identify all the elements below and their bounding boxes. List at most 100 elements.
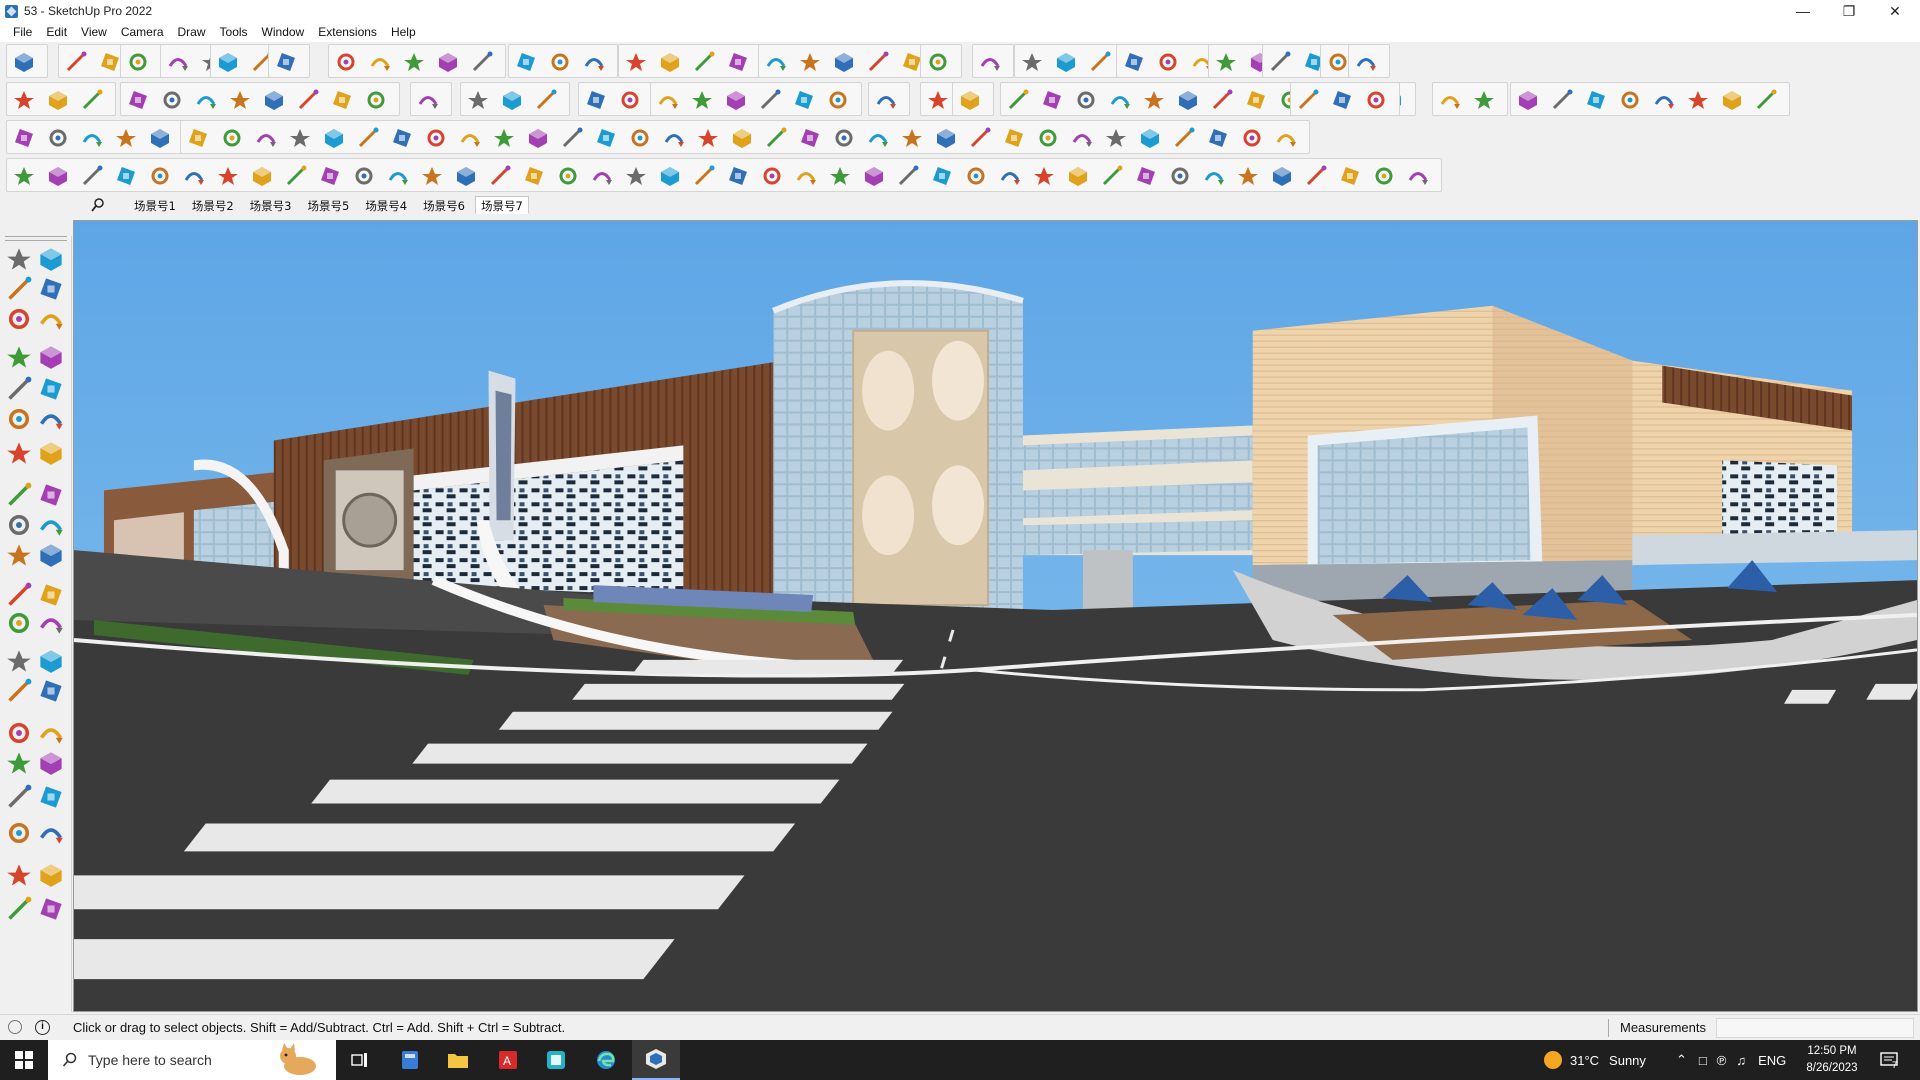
tool-button-icon-1-6-1[interactable] [275, 51, 297, 73]
tool-button-icon-1-10-3[interactable] [833, 51, 855, 73]
scene-tab-1[interactable]: 场景号1 [128, 196, 182, 214]
left-tool-icon-18-1[interactable] [6, 820, 32, 846]
tool-button-icon-3-2-29[interactable] [1139, 127, 1161, 149]
tool-button-icon-1-9-1[interactable] [625, 51, 647, 73]
tool-button-icon-2-11-3[interactable] [1365, 89, 1387, 111]
tool-button-icon-2-13-8[interactable] [1755, 89, 1777, 111]
left-tool-icon-8-1[interactable] [6, 482, 32, 508]
tool-button-icon-1-8-3[interactable] [583, 51, 605, 73]
close-icon[interactable]: ✕ [1872, 0, 1918, 22]
tool-button-icon-1-2-2[interactable] [99, 51, 121, 73]
left-tool-icon-1-2[interactable] [38, 246, 64, 272]
tool-button-icon-2-13-4[interactable] [1619, 89, 1641, 111]
menu-help[interactable]: Help [384, 25, 423, 39]
tool-button-icon-4-1-39[interactable] [1305, 165, 1327, 187]
tool-button-icon-4-1-29[interactable] [965, 165, 987, 187]
tool-button-icon-1-13-3[interactable] [1089, 51, 1111, 73]
tool-button-icon-2-2-2[interactable] [161, 89, 183, 111]
tool-button-icon-3-2-9[interactable] [459, 127, 481, 149]
tool-button-icon-1-15-1[interactable] [1215, 51, 1237, 73]
tool-button-icon-1-1-1[interactable] [13, 51, 35, 73]
tool-button-icon-2-4-1[interactable] [467, 89, 489, 111]
clock[interactable]: 12:50 PM 8/26/2023 [1796, 1043, 1868, 1077]
taskbar-search[interactable]: Type here to search [48, 1040, 336, 1080]
tool-button-icon-1-13-1[interactable] [1021, 51, 1043, 73]
tool-button-icon-2-2-8[interactable] [365, 89, 387, 111]
tool-button-icon-1-13-2[interactable] [1055, 51, 1077, 73]
file-explorer-icon[interactable] [434, 1040, 482, 1080]
left-tool-icon-2-2[interactable] [38, 276, 64, 302]
tool-button-icon-2-7-1[interactable] [875, 89, 897, 111]
tool-button-icon-1-14-1[interactable] [1123, 51, 1145, 73]
palette-grip[interactable] [5, 236, 67, 241]
tool-button-icon-2-2-3[interactable] [195, 89, 217, 111]
tool-button-icon-2-1-3[interactable] [81, 89, 103, 111]
tool-button-icon-2-4-3[interactable] [535, 89, 557, 111]
scene-tab-3[interactable]: 场景号3 [244, 196, 298, 214]
menu-tools[interactable]: Tools [213, 25, 255, 39]
tool-button-icon-1-10-4[interactable] [867, 51, 889, 73]
left-tool-icon-6-2[interactable] [38, 406, 64, 432]
tool-button-icon-3-1-2[interactable] [47, 127, 69, 149]
tool-button-icon-2-2-1[interactable] [127, 89, 149, 111]
tool-button-icon-3-2-5[interactable] [323, 127, 345, 149]
tool-button-icon-3-2-12[interactable] [561, 127, 583, 149]
tool-button-icon-1-9-2[interactable] [659, 51, 681, 73]
menu-file[interactable]: File [6, 25, 39, 39]
tool-button-icon-1-7-1[interactable] [335, 51, 357, 73]
scene-tab-7[interactable]: 场景号7 [474, 196, 529, 214]
tool-button-icon-4-1-35[interactable] [1169, 165, 1191, 187]
notification-button[interactable]: 7 [1880, 1040, 1898, 1080]
tool-button-icon-4-1-27[interactable] [897, 165, 919, 187]
minimize-icon[interactable]: — [1780, 0, 1826, 22]
tool-button-icon-4-1-12[interactable] [387, 165, 409, 187]
tool-button-icon-3-2-6[interactable] [357, 127, 379, 149]
tool-button-icon-3-1-3[interactable] [81, 127, 103, 149]
left-tool-icon-11-1[interactable] [6, 582, 32, 608]
tool-button-icon-4-1-20[interactable] [659, 165, 681, 187]
tool-button-icon-2-10-8[interactable] [1245, 89, 1267, 111]
left-tool-icon-7-2[interactable] [38, 440, 64, 466]
tool-button-icon-4-1-21[interactable] [693, 165, 715, 187]
tool-button-icon-3-2-3[interactable] [255, 127, 277, 149]
left-tool-icon-4-1[interactable] [6, 344, 32, 370]
3d-scene[interactable] [74, 221, 1917, 1011]
tool-button-icon-3-2-16[interactable] [697, 127, 719, 149]
left-tool-icon-19-1[interactable] [6, 862, 32, 888]
tool-button-icon-2-13-3[interactable] [1585, 89, 1607, 111]
left-tool-icon-15-1[interactable] [6, 720, 32, 746]
left-tool-icon-20-1[interactable] [6, 896, 32, 922]
left-tool-icon-12-1[interactable] [6, 610, 32, 636]
tool-button-icon-2-2-5[interactable] [263, 89, 285, 111]
tool-button-icon-3-2-27[interactable] [1071, 127, 1093, 149]
left-tool-icon-7-1[interactable] [6, 440, 32, 466]
tool-button-icon-3-2-13[interactable] [595, 127, 617, 149]
tool-button-icon-2-6-2[interactable] [691, 89, 713, 111]
tool-button-icon-3-2-20[interactable] [833, 127, 855, 149]
weather-widget[interactable]: 31°C Sunny [1544, 1040, 1646, 1080]
tool-button-icon-3-2-32[interactable] [1241, 127, 1263, 149]
tool-button-icon-2-6-6[interactable] [827, 89, 849, 111]
tool-button-icon-2-11-1[interactable] [1297, 89, 1319, 111]
menu-camera[interactable]: Camera [114, 25, 171, 39]
left-tool-icon-2-1[interactable] [6, 276, 32, 302]
tool-button-icon-2-11-2[interactable] [1331, 89, 1353, 111]
tool-button-icon-4-1-40[interactable] [1339, 165, 1361, 187]
left-tool-icon-9-2[interactable] [38, 512, 64, 538]
tool-button-icon-3-2-31[interactable] [1207, 127, 1229, 149]
scene-tab-2[interactable]: 场景号2 [186, 196, 240, 214]
tool-button-icon-1-7-2[interactable] [369, 51, 391, 73]
scene-tab-6[interactable]: 场景号6 [417, 196, 471, 214]
tool-button-icon-4-1-10[interactable] [319, 165, 341, 187]
tool-button-icon-4-1-36[interactable] [1203, 165, 1225, 187]
tool-button-icon-3-2-19[interactable] [799, 127, 821, 149]
left-tool-icon-17-1[interactable] [6, 784, 32, 810]
tool-button-icon-4-1-4[interactable] [115, 165, 137, 187]
tool-button-icon-4-1-22[interactable] [727, 165, 749, 187]
tool-button-icon-2-13-1[interactable] [1517, 89, 1539, 111]
tool-button-icon-3-2-18[interactable] [765, 127, 787, 149]
left-tool-icon-5-2[interactable] [38, 376, 64, 402]
menu-view[interactable]: View [74, 25, 114, 39]
left-tool-icon-1-1[interactable] [6, 246, 32, 272]
tool-button-icon-3-2-26[interactable] [1037, 127, 1059, 149]
